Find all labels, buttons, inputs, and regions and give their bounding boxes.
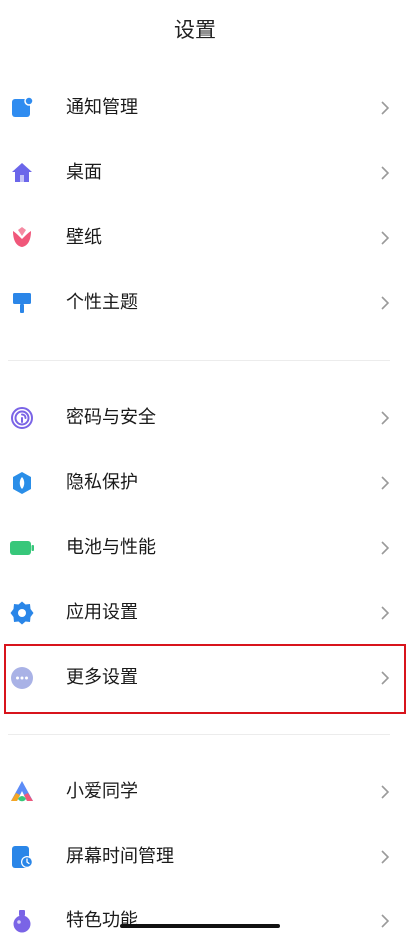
potion-icon	[13, 910, 31, 933]
settings-item-label: 特色功能	[66, 910, 138, 931]
chevron-right-icon	[381, 296, 390, 310]
settings-item-desktop[interactable]: 桌面	[0, 149, 409, 197]
settings-item-label: 密码与安全	[66, 407, 156, 428]
page-title: 设置	[174, 18, 216, 42]
chevron-right-icon	[381, 476, 390, 490]
tulip-icon	[13, 227, 31, 247]
settings-item-xiaoai[interactable]: 小爱同学	[0, 768, 409, 816]
settings-item-label: 个性主题	[66, 292, 138, 313]
section-divider	[8, 360, 390, 361]
settings-item-label: 电池与性能	[66, 537, 156, 558]
home-indicator[interactable]	[120, 924, 280, 928]
settings-item-password-security[interactable]: 密码与安全	[0, 394, 409, 442]
gear-icon	[10, 601, 34, 625]
screen-time-icon	[12, 846, 33, 868]
chevron-right-icon	[381, 785, 390, 799]
settings-item-notifications[interactable]: 通知管理	[0, 84, 409, 132]
settings-item-label: 小爱同学	[66, 781, 138, 802]
battery-icon	[10, 541, 34, 555]
chevron-right-icon	[381, 101, 390, 115]
chevron-right-icon	[381, 606, 390, 620]
settings-item-label: 屏幕时间管理	[66, 846, 174, 867]
chevron-right-icon	[381, 541, 390, 555]
xiaoai-icon	[11, 781, 33, 802]
settings-item-battery-performance[interactable]: 电池与性能	[0, 524, 409, 572]
paint-brush-icon	[13, 293, 31, 313]
settings-item-screen-time[interactable]: 屏幕时间管理	[0, 833, 409, 881]
chevron-right-icon	[381, 231, 390, 245]
chevron-right-icon	[381, 411, 390, 425]
chevron-right-icon	[381, 166, 390, 180]
settings-item-label: 隐私保护	[66, 472, 138, 493]
privacy-shield-icon	[13, 472, 31, 494]
settings-item-app-settings[interactable]: 应用设置	[0, 589, 409, 637]
settings-item-privacy[interactable]: 隐私保护	[0, 459, 409, 507]
settings-item-wallpaper[interactable]: 壁纸	[0, 214, 409, 262]
fingerprint-icon	[11, 407, 33, 429]
section-divider	[8, 734, 390, 735]
settings-item-label: 桌面	[66, 162, 102, 183]
home-icon	[12, 163, 32, 182]
chevron-right-icon	[381, 914, 390, 928]
chevron-right-icon	[381, 850, 390, 864]
settings-item-special-features[interactable]: 特色功能	[0, 897, 409, 945]
settings-item-label: 壁纸	[66, 227, 102, 248]
notification-icon	[12, 96, 34, 117]
highlight-box	[4, 644, 406, 714]
settings-item-themes[interactable]: 个性主题	[0, 279, 409, 327]
settings-item-label: 应用设置	[66, 602, 138, 623]
settings-item-label: 通知管理	[66, 97, 138, 118]
